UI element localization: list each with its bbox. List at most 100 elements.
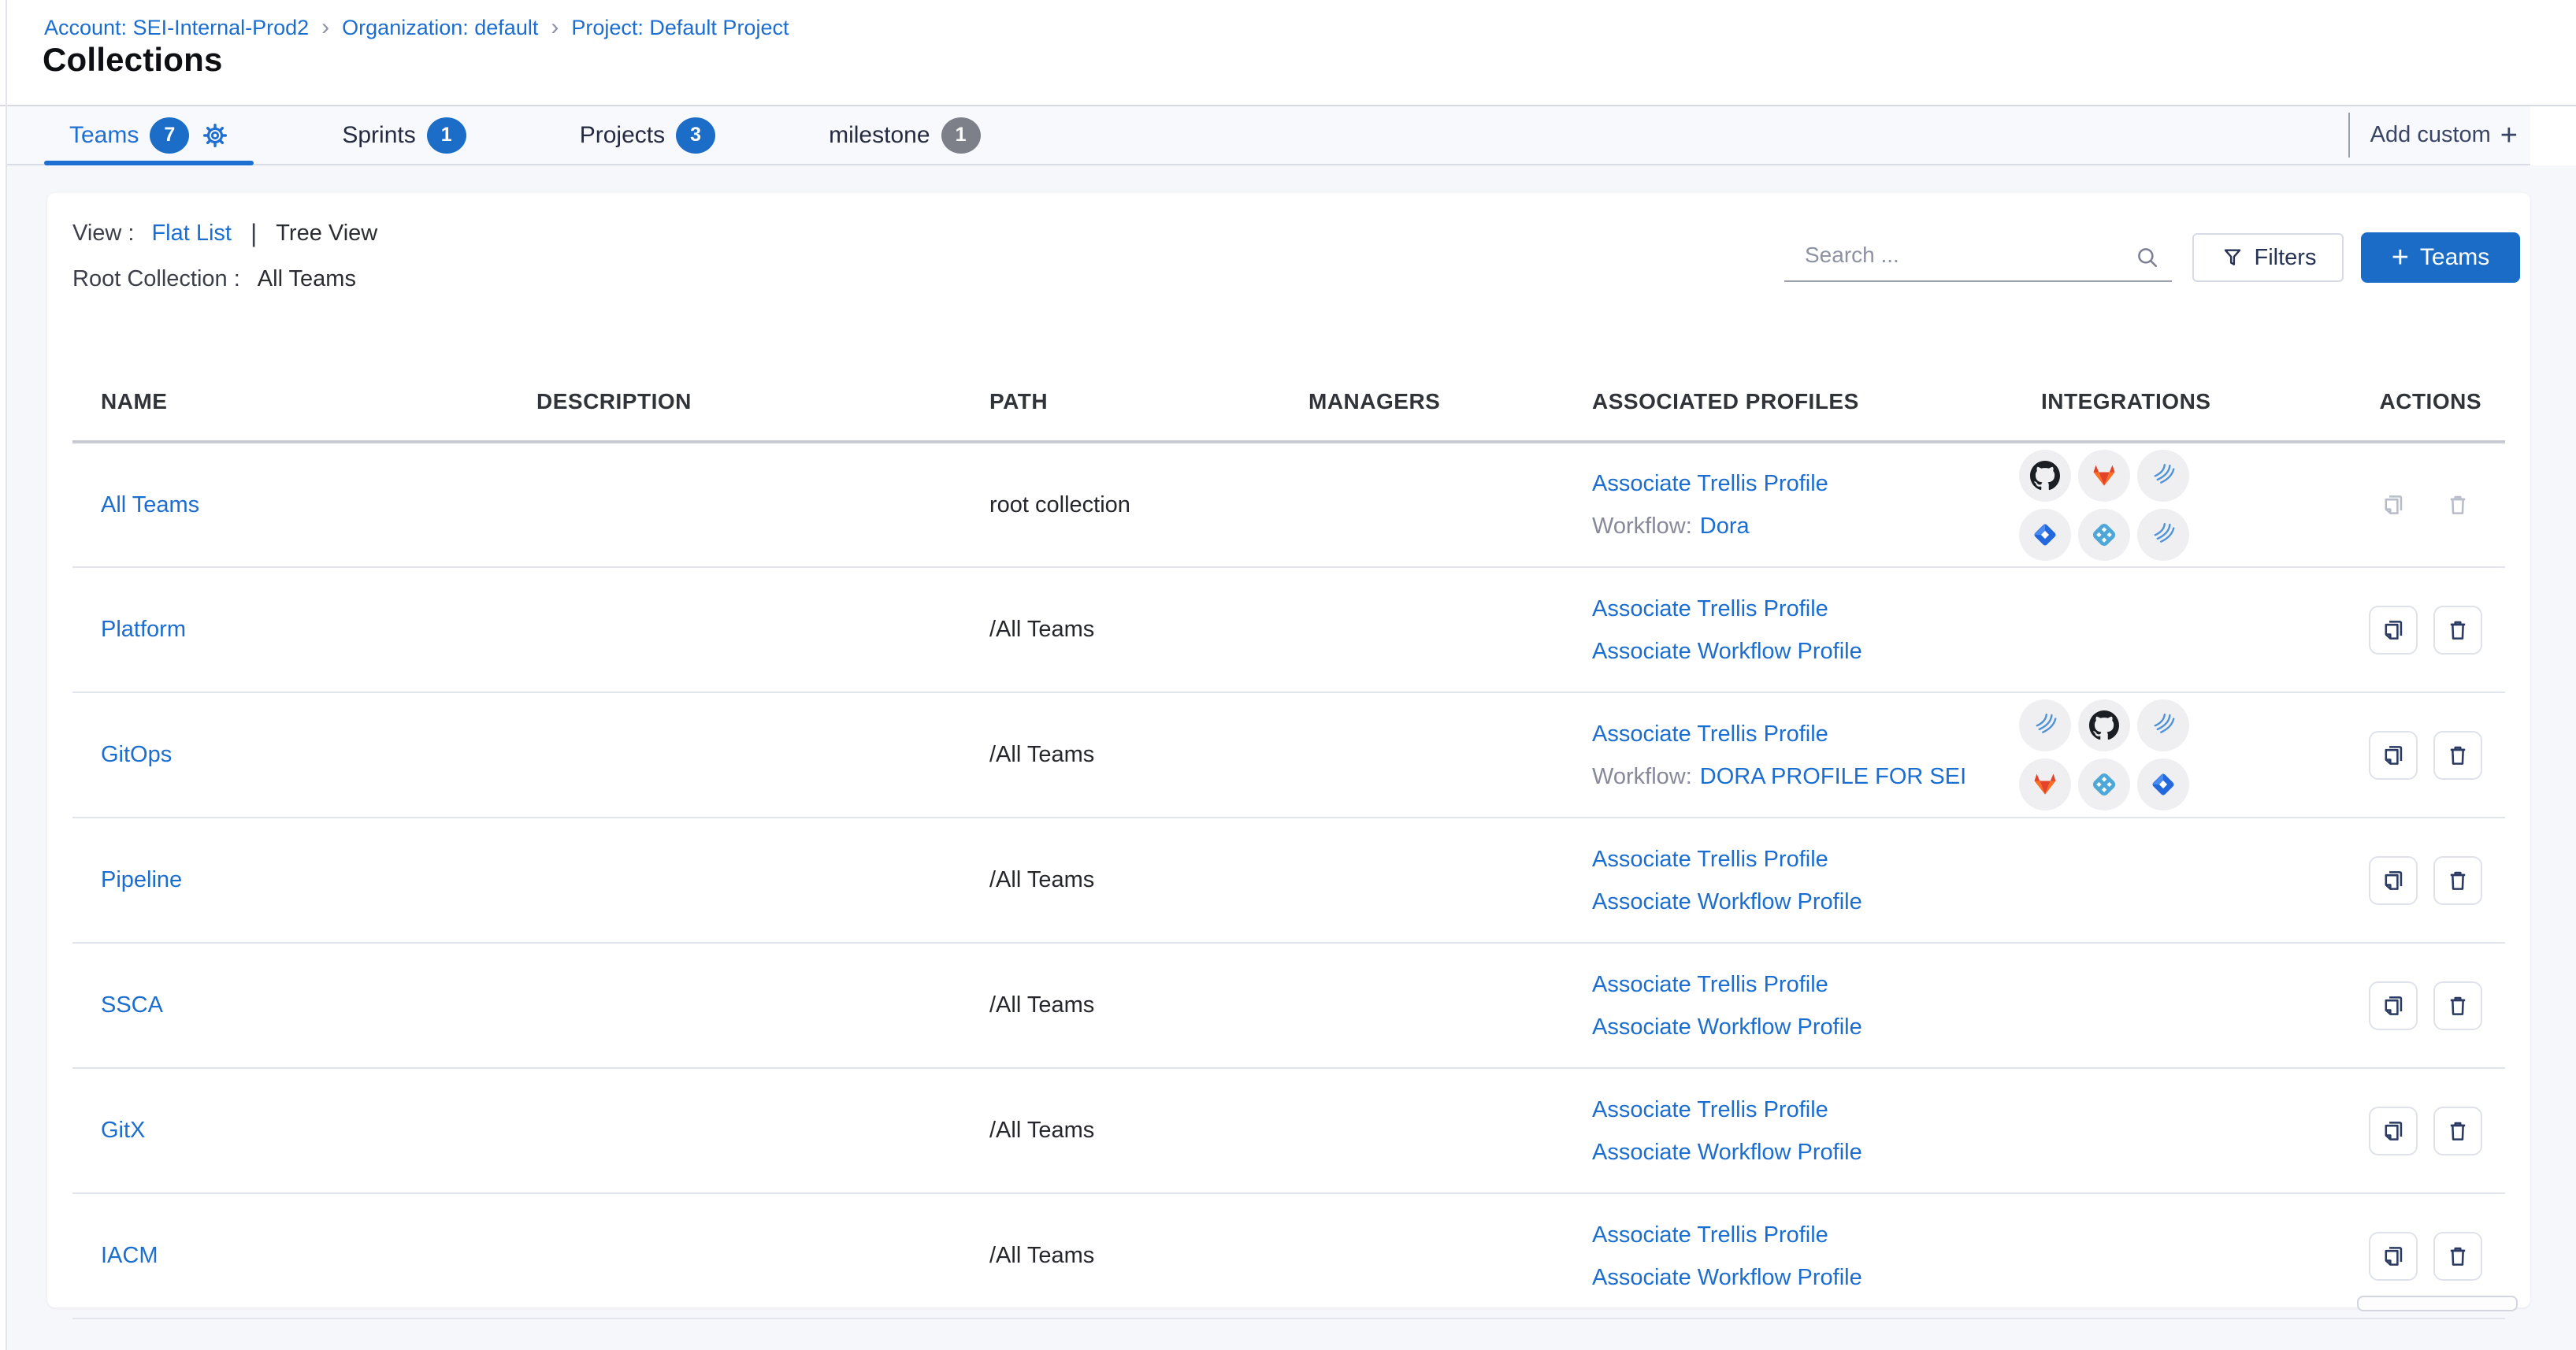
github-icon (2019, 450, 2071, 502)
column-header-actions: ACTIONS (2363, 363, 2505, 442)
actions-cell (2363, 442, 2505, 567)
search-icon (2134, 244, 2161, 275)
associated-profiles-cell: Associate Trellis Profile Workflow: Dora (1591, 442, 2040, 567)
integrations-cell (2040, 943, 2363, 1068)
plus-icon: + (2500, 124, 2518, 147)
jira-icon (2137, 758, 2189, 810)
associated-profiles-cell: Associate Trellis Profile Workflow: DORA … (1591, 692, 2040, 818)
flat-list-toggle[interactable]: Flat List (151, 220, 232, 247)
gear-icon[interactable] (202, 122, 228, 149)
actions-cell (2363, 692, 2505, 818)
table-row: GitX /All Teams Associate Trellis Profil… (72, 1068, 2505, 1193)
clone-collection-button[interactable] (2369, 856, 2418, 905)
associate-trellis-profile-link[interactable]: Associate Trellis Profile (1592, 721, 1828, 747)
collection-name-link[interactable]: Platform (101, 617, 186, 642)
tab-sprints[interactable]: Sprints 1 (317, 106, 491, 164)
description-cell (536, 818, 989, 943)
path-cell: /All Teams (989, 1193, 1308, 1318)
table-row: All Teams root collection Associate Trel… (72, 442, 2505, 567)
harness-swoosh-icon (2137, 699, 2189, 751)
description-cell (536, 442, 989, 567)
collections-card: View : Flat List | Tree View Root Collec… (47, 193, 2530, 1307)
clone-collection-button (2369, 480, 2418, 529)
associate-trellis-profile-link[interactable]: Associate Trellis Profile (1592, 972, 1828, 997)
associate-workflow-profile-link[interactable]: Associate Workflow Profile (1592, 1265, 1862, 1290)
jira-icon (2019, 509, 2071, 561)
integrations-cell (2040, 818, 2363, 943)
breadcrumb-account-link[interactable]: Account: SEI-Internal-Prod2 (44, 14, 309, 41)
page-title: Collections (43, 41, 223, 79)
actions-cell (2363, 818, 2505, 943)
delete-collection-button[interactable] (2433, 731, 2482, 780)
delete-collection-button[interactable] (2433, 1232, 2482, 1281)
breadcrumb-organization-link[interactable]: Organization: default (342, 14, 538, 41)
integrations-cell (2040, 1193, 2363, 1318)
add-teams-label: Teams (2420, 244, 2489, 271)
plus-icon: + (2392, 244, 2409, 271)
associated-profiles-cell: Associate Trellis Profile Associate Work… (1591, 567, 2040, 692)
delete-collection-button[interactable] (2433, 606, 2482, 655)
collection-name-link[interactable]: GitOps (101, 742, 172, 767)
column-header-path: PATH (989, 363, 1308, 442)
clone-collection-button[interactable] (2369, 731, 2418, 780)
associate-trellis-profile-link[interactable]: Associate Trellis Profile (1592, 1222, 1828, 1248)
associate-workflow-profile-link[interactable]: Associate Workflow Profile (1592, 1014, 1862, 1040)
workflow-label: Workflow: (1592, 764, 1692, 789)
collection-name-link[interactable]: All Teams (101, 492, 199, 517)
integrations-cell (2040, 567, 2363, 692)
gitlab-icon (2019, 758, 2071, 810)
add-teams-button[interactable]: + Teams (2361, 232, 2520, 283)
breadcrumb-project-link[interactable]: Project: Default Project (571, 14, 789, 41)
table-header-row: NAME DESCRIPTION PATH MANAGERS ASSOCIATE… (72, 363, 2505, 442)
view-label: View : (72, 220, 134, 247)
delete-collection-button[interactable] (2433, 981, 2482, 1030)
table-actions-toolbar: Filters + Teams (1784, 232, 2520, 283)
diamond-grid-icon (2078, 758, 2130, 810)
gitlab-icon (2078, 450, 2130, 502)
associate-trellis-profile-link[interactable]: Associate Trellis Profile (1592, 847, 1828, 872)
delete-collection-button[interactable] (2433, 1107, 2482, 1155)
associate-trellis-profile-link[interactable]: Associate Trellis Profile (1592, 596, 1828, 621)
breadcrumb: Account: SEI-Internal-Prod2 › Organizati… (44, 14, 789, 41)
list-controls: View : Flat List | Tree View Root Collec… (47, 193, 2530, 319)
associate-trellis-profile-link[interactable]: Associate Trellis Profile (1592, 471, 1828, 496)
tab-teams[interactable]: Teams 7 (44, 106, 254, 164)
tab-label: milestone (829, 122, 930, 149)
clone-collection-button[interactable] (2369, 1232, 2418, 1281)
view-divider: | (251, 220, 257, 247)
associate-workflow-profile-link[interactable]: Associate Workflow Profile (1592, 889, 1862, 914)
description-cell (536, 567, 989, 692)
clone-collection-button[interactable] (2369, 606, 2418, 655)
search-input[interactable] (1784, 233, 2136, 274)
filters-button[interactable]: Filters (2192, 233, 2344, 282)
collection-name-link[interactable]: SSCA (101, 992, 163, 1018)
workflow-label: Workflow: (1592, 514, 1692, 539)
associate-trellis-profile-link[interactable]: Associate Trellis Profile (1592, 1097, 1828, 1122)
collection-name-link[interactable]: GitX (101, 1118, 145, 1143)
root-collection-value: All Teams (258, 265, 356, 292)
search-box (1784, 233, 2172, 282)
associated-profiles-cell: Associate Trellis Profile Associate Work… (1591, 1193, 2040, 1318)
clone-collection-button[interactable] (2369, 1107, 2418, 1155)
delete-collection-button[interactable] (2433, 856, 2482, 905)
workflow-profile-link[interactable]: Dora (1700, 514, 1750, 539)
tree-view-toggle[interactable]: Tree View (276, 220, 377, 247)
description-cell (536, 1193, 989, 1318)
associate-workflow-profile-link[interactable]: Associate Workflow Profile (1592, 639, 1862, 664)
integrations-cell (2040, 442, 2363, 567)
associate-workflow-profile-link[interactable]: Associate Workflow Profile (1592, 1140, 1862, 1165)
associated-profiles-cell: Associate Trellis Profile Associate Work… (1591, 818, 2040, 943)
tab-milestone[interactable]: milestone 1 (804, 106, 1005, 164)
tab-projects[interactable]: Projects 3 (555, 106, 741, 164)
root-collection-label: Root Collection : (72, 265, 240, 292)
clone-collection-button[interactable] (2369, 981, 2418, 1030)
collection-name-link[interactable]: IACM (101, 1243, 158, 1268)
tab-bar: Teams 7 Sprints 1 Projects 3 milestone 1… (7, 106, 2530, 165)
horizontal-scrollbar-thumb[interactable] (2357, 1296, 2518, 1311)
workflow-profile-link[interactable]: DORA PROFILE FOR SEI (1700, 764, 1966, 789)
collection-name-link[interactable]: Pipeline (101, 867, 182, 892)
add-custom-button[interactable]: Add custom + (2348, 113, 2518, 158)
breadcrumb-separator: › (551, 16, 559, 39)
table-row: IACM /All Teams Associate Trellis Profil… (72, 1193, 2505, 1318)
github-icon (2078, 699, 2130, 751)
